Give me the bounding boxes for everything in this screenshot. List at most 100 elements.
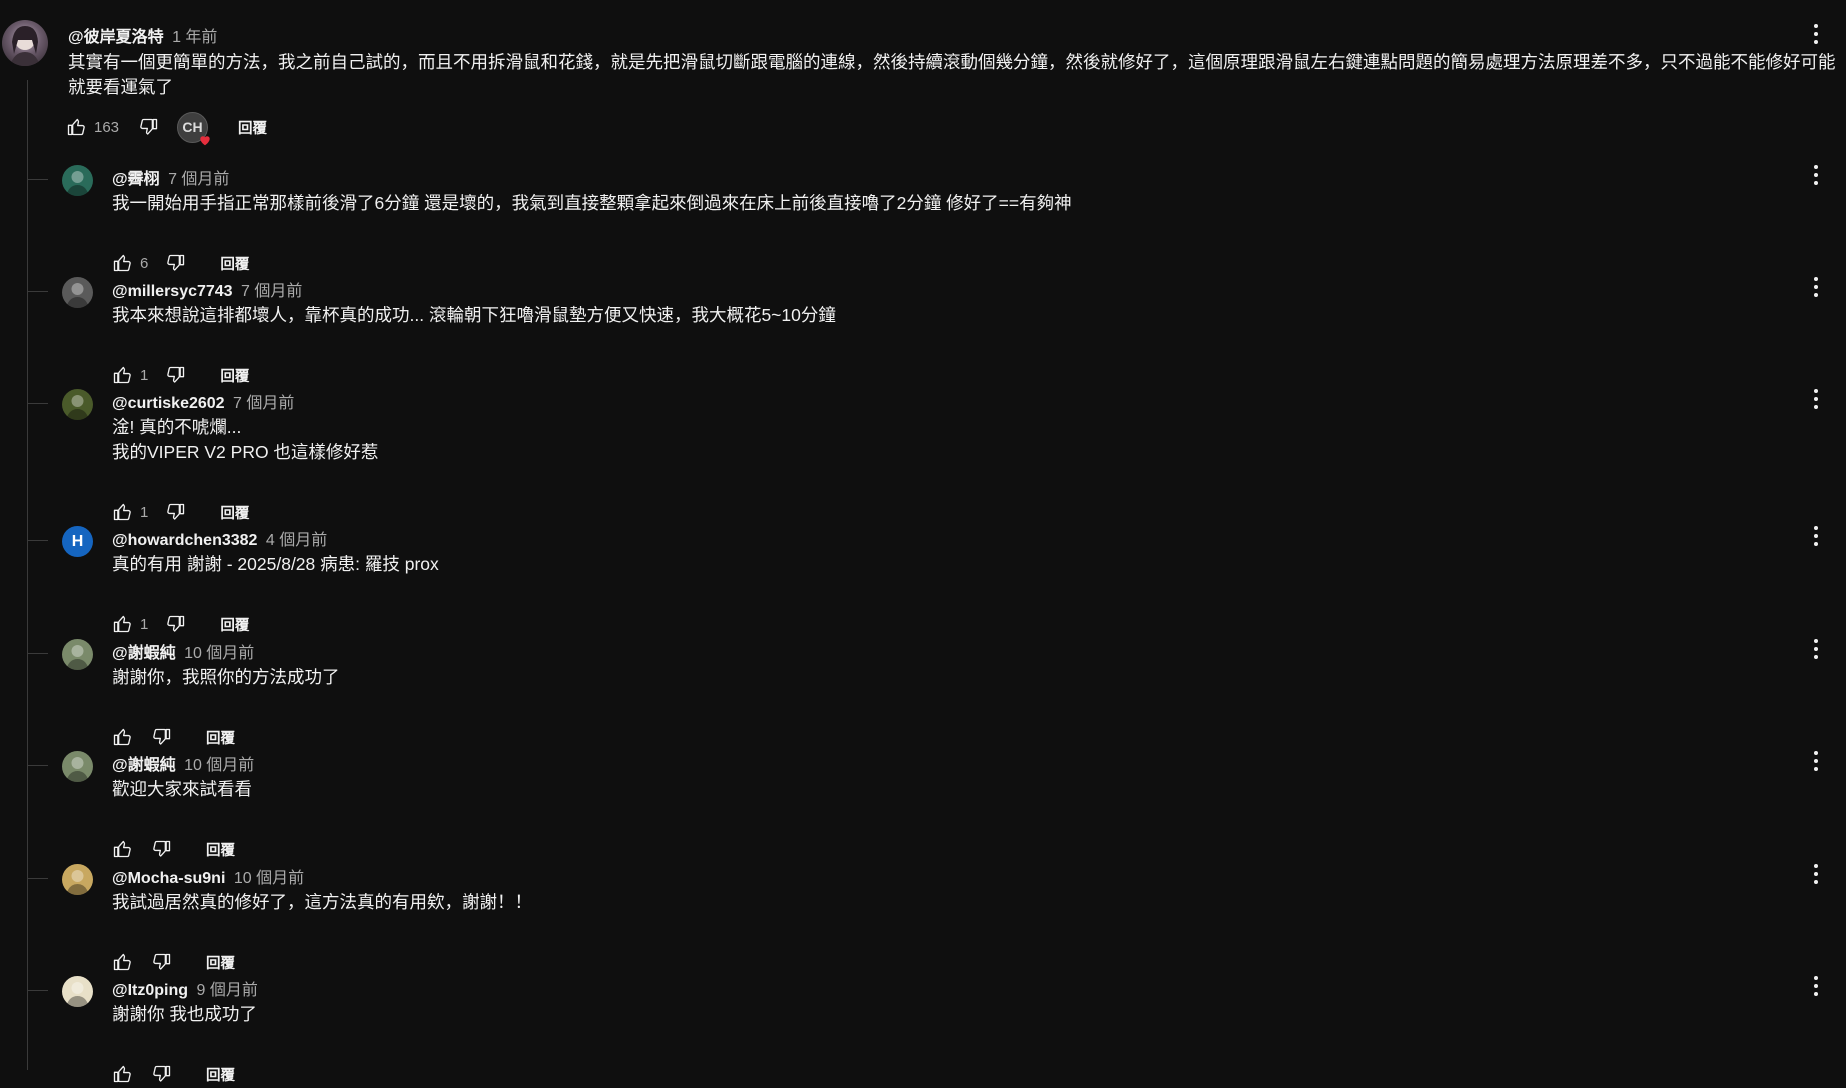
reply-button[interactable]: 回覆: [220, 253, 249, 274]
thumb-up-icon[interactable]: [112, 253, 132, 273]
more-vert-icon[interactable]: [1806, 387, 1826, 411]
timestamp[interactable]: 10 個月前: [234, 870, 304, 887]
avatar[interactable]: [62, 751, 93, 782]
timestamp[interactable]: 7 個月前: [168, 171, 229, 188]
thumb-down-icon[interactable]: [152, 839, 172, 859]
timestamp[interactable]: 10 個月前: [184, 757, 254, 774]
thumb-up-icon[interactable]: [112, 839, 132, 859]
thumb-up-icon[interactable]: [112, 727, 132, 747]
author-name[interactable]: @curtiske2602: [112, 395, 225, 412]
reply-button[interactable]: 回覆: [206, 952, 235, 973]
timestamp[interactable]: 4 個月前: [266, 532, 327, 549]
reply-button[interactable]: 回覆: [220, 502, 249, 523]
comment-text: 謝謝你 我也成功了: [112, 1002, 1812, 1027]
thread-elbow: [28, 291, 48, 292]
thumb-down-icon[interactable]: [166, 502, 186, 522]
comment-text-line: 我的VIPER V2 PRO 也這樣修好惹: [112, 442, 379, 462]
avatar-image: [66, 395, 89, 420]
timestamp[interactable]: 9 個月前: [197, 982, 258, 999]
author-name[interactable]: @霽栩: [112, 171, 160, 188]
like-count: 1: [140, 366, 149, 384]
comment-text: 我試過居然真的修好了，這方法真的有用欸，謝謝！！: [112, 890, 1812, 915]
comment-text: 我一開始用手指正常那樣前後滑了6分鐘 還是壞的，我氣到直接整顆拿起來倒過來在床上…: [112, 191, 1812, 216]
comment-text: 淦! 真的不唬爛... 我的VIPER V2 PRO 也這樣修好惹: [112, 415, 1812, 465]
author-name[interactable]: @彼岸夏洛特: [68, 29, 164, 46]
author-name[interactable]: @Mocha-su9ni: [112, 870, 225, 887]
thumb-down-icon[interactable]: [166, 253, 186, 273]
avatar[interactable]: [62, 864, 93, 895]
thread-elbow: [28, 990, 48, 991]
reply-button[interactable]: 回覆: [206, 839, 235, 860]
avatar[interactable]: [62, 389, 93, 420]
avatar[interactable]: [62, 277, 93, 308]
thumb-up-icon[interactable]: [66, 117, 86, 137]
avatar-image: [66, 757, 89, 782]
author-name[interactable]: @howardchen3382: [112, 532, 257, 549]
comment-meta: @謝蝦純 10 個月前: [112, 639, 254, 663]
avatar[interactable]: [62, 639, 93, 670]
comment-actions: 163 CH 回覆: [66, 111, 267, 145]
more-vert-icon[interactable]: [1806, 163, 1826, 187]
comment-actions: 1 回覆: [112, 610, 249, 638]
avatar[interactable]: [62, 976, 93, 1007]
comment-meta: @Itz0ping 9 個月前: [112, 976, 258, 1000]
avatar-letter: H: [71, 532, 84, 550]
comment-text-line: 我一開始用手指正常那樣前後滑了6分鐘 還是壞的，我氣到直接整顆拿起來倒過來在床上…: [112, 193, 1072, 213]
comment-text: 真的有用 謝謝 - 2025/8/28 病患: 羅技 prox: [112, 552, 1812, 577]
avatar-image: [66, 283, 89, 308]
more-vert-icon[interactable]: [1806, 22, 1826, 46]
reply-button[interactable]: 回覆: [220, 614, 249, 635]
thumb-up-icon[interactable]: [112, 365, 132, 385]
thread-elbow: [28, 878, 48, 879]
avatar[interactable]: [62, 165, 93, 196]
author-name[interactable]: @謝蝦純: [112, 757, 176, 774]
avatar-image: [66, 982, 89, 1007]
comment-text-line: 謝謝你，我照你的方法成功了: [112, 667, 340, 687]
like-count: 163: [94, 118, 120, 136]
author-name[interactable]: @Itz0ping: [112, 982, 188, 999]
avatar-image: [66, 171, 89, 196]
comment-actions: 6 回覆: [112, 249, 249, 277]
thumb-down-icon[interactable]: [152, 952, 172, 972]
timestamp[interactable]: 7 個月前: [233, 395, 294, 412]
thread-elbow: [28, 540, 48, 541]
avatar[interactable]: H: [62, 526, 93, 557]
reply-button[interactable]: 回覆: [238, 117, 267, 138]
thumb-up-icon[interactable]: [112, 502, 132, 522]
comment-meta: @彼岸夏洛特 1 年前: [68, 23, 217, 47]
avatar-image: [66, 645, 89, 670]
thumb-up-icon[interactable]: [112, 952, 132, 972]
author-name[interactable]: @謝蝦純: [112, 645, 176, 662]
comment-actions: 回覆: [112, 723, 235, 751]
comment-actions: 1 回覆: [112, 498, 249, 526]
thread-elbow: [28, 403, 48, 404]
more-vert-icon[interactable]: [1806, 974, 1826, 998]
more-vert-icon[interactable]: [1806, 862, 1826, 886]
thumb-up-icon[interactable]: [112, 614, 132, 634]
thread-line: [27, 80, 28, 1070]
comment-meta: @curtiske2602 7 個月前: [112, 389, 294, 413]
comment-text-line: 歡迎大家來試看看: [112, 779, 252, 799]
timestamp[interactable]: 1 年前: [172, 29, 217, 46]
reply-button[interactable]: 回覆: [206, 727, 235, 748]
thumb-up-icon[interactable]: [112, 1064, 132, 1084]
more-vert-icon[interactable]: [1806, 637, 1826, 661]
comment-actions: 1 回覆: [112, 361, 249, 389]
more-vert-icon[interactable]: [1806, 275, 1826, 299]
more-vert-icon[interactable]: [1806, 749, 1826, 773]
thumb-down-icon[interactable]: [152, 727, 172, 747]
more-vert-icon[interactable]: [1806, 524, 1826, 548]
thumb-down-icon[interactable]: [166, 614, 186, 634]
thread-elbow: [28, 653, 48, 654]
reply-button[interactable]: 回覆: [220, 365, 249, 386]
comment-meta: @howardchen3382 4 個月前: [112, 526, 327, 550]
thumb-down-icon[interactable]: [139, 117, 159, 137]
thumb-down-icon[interactable]: [166, 365, 186, 385]
timestamp[interactable]: 7 個月前: [241, 283, 302, 300]
like-count: 6: [140, 254, 149, 272]
comment-text-line: 我試過居然真的修好了，這方法真的有用欸，謝謝！！: [112, 892, 532, 912]
thumb-down-icon[interactable]: [152, 1064, 172, 1084]
avatar[interactable]: [2, 20, 48, 66]
author-name[interactable]: @millersyc7743: [112, 283, 233, 300]
timestamp[interactable]: 10 個月前: [184, 645, 254, 662]
